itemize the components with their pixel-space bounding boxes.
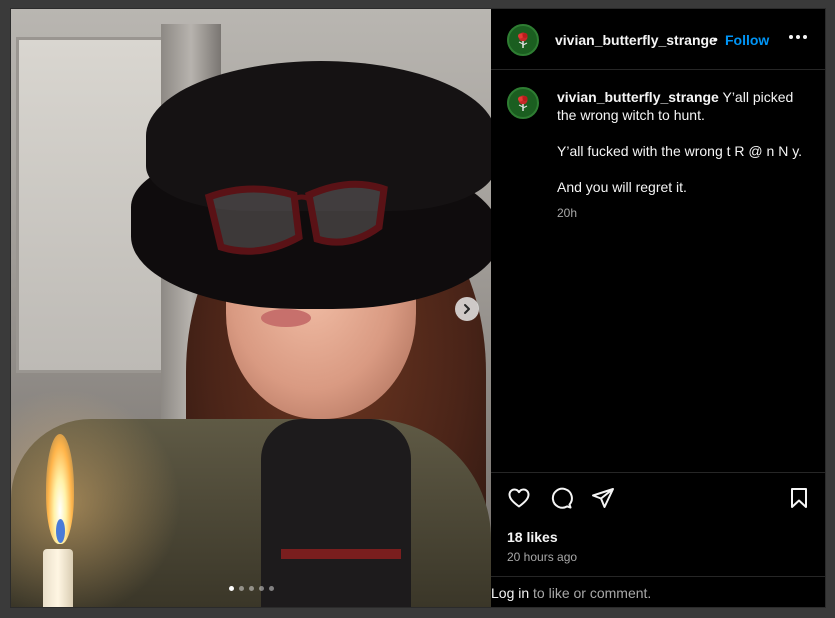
share-icon[interactable] (591, 486, 615, 510)
avatar[interactable] (507, 24, 539, 56)
carousel-dot (239, 586, 244, 591)
rose-avatar-icon (513, 93, 533, 113)
photo-sweater-stripe (281, 549, 401, 559)
login-link[interactable]: Log in (491, 585, 529, 601)
caption-timestamp[interactable]: 20h (557, 204, 807, 222)
login-prompt: Log in to like or comment. (491, 585, 651, 601)
photo-lips (261, 309, 311, 327)
photo-candle-flame-core (56, 519, 65, 543)
post-modal: vivian_butterfly_strange • Follow vivian… (10, 8, 826, 608)
photo-candle (43, 549, 73, 607)
photo-candle-glow (11, 389, 181, 607)
caption-line-3: And you will regret it. (557, 179, 687, 195)
bookmark-icon[interactable] (787, 486, 811, 510)
carousel-dot (249, 586, 254, 591)
carousel-dot (229, 586, 234, 591)
caption-username[interactable]: vivian_butterfly_strange (557, 89, 719, 105)
likes-count[interactable]: 18 likes (507, 529, 558, 545)
post-timestamp: 20 hours ago (507, 550, 578, 564)
caption-line-2: Y’all fucked with the wrong t R @ n N y. (557, 143, 803, 159)
photo-sweater (261, 419, 411, 607)
carousel-next-button[interactable] (455, 297, 479, 321)
follow-button[interactable]: Follow (725, 32, 769, 48)
carousel-dot (269, 586, 274, 591)
header-username[interactable]: vivian_butterfly_strange (555, 32, 717, 48)
heart-icon[interactable] (507, 486, 531, 510)
caption-avatar[interactable] (507, 87, 539, 119)
post-sidebar: vivian_butterfly_strange • Follow vivian… (491, 9, 825, 607)
actions-divider (491, 472, 825, 473)
comment-icon[interactable] (549, 486, 573, 510)
login-prompt-text: to like or comment. (529, 585, 652, 601)
post-header: vivian_butterfly_strange • Follow (491, 9, 825, 70)
photo-glasses (204, 180, 388, 255)
action-bar (507, 486, 615, 510)
more-options-icon[interactable] (787, 29, 809, 45)
header-separator: • (713, 31, 718, 47)
carousel-dot (259, 586, 264, 591)
rose-avatar-icon (513, 30, 533, 50)
caption-text: vivian_butterfly_strange Y’all picked th… (557, 88, 807, 222)
post-photo[interactable] (11, 9, 491, 607)
carousel-indicator (229, 586, 274, 591)
chevron-right-icon (464, 304, 470, 314)
